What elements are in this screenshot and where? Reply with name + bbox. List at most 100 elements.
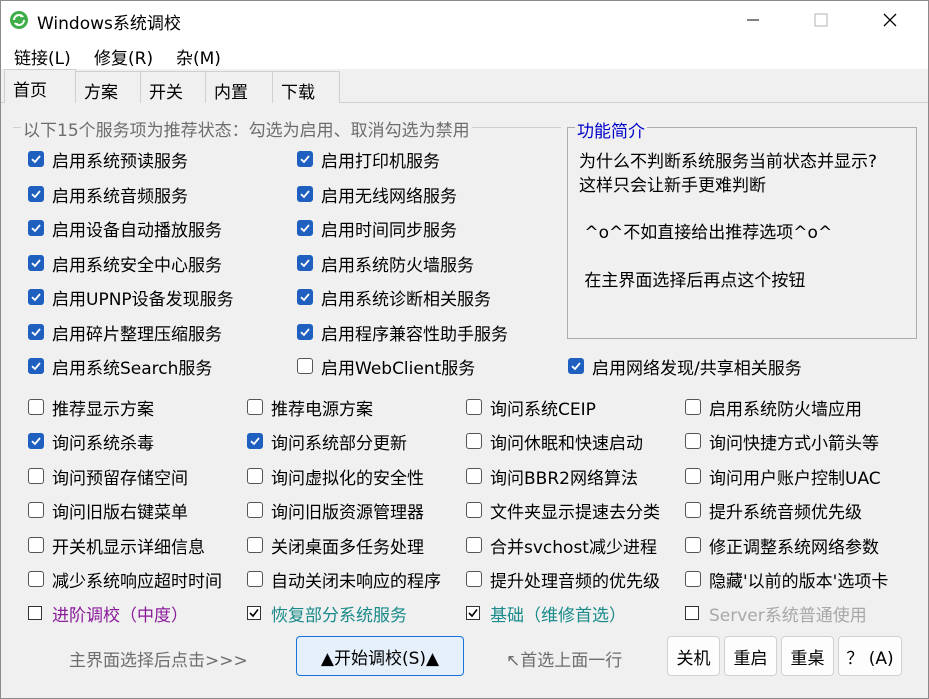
tab-download[interactable]: 下载 bbox=[272, 71, 340, 103]
checkbox-option[interactable]: 减少系统响应超时时间 bbox=[28, 567, 222, 592]
checkbox-checked-icon[interactable] bbox=[297, 289, 313, 305]
checkbox-checked-icon[interactable] bbox=[247, 606, 261, 620]
maximize-button[interactable] bbox=[798, 1, 844, 39]
checkbox-checked-icon[interactable] bbox=[568, 358, 584, 374]
menu-link[interactable]: 链接(L) bbox=[14, 44, 71, 69]
checkbox-unchecked-icon[interactable] bbox=[247, 571, 263, 587]
checkbox-unchecked-icon[interactable] bbox=[685, 468, 701, 484]
checkbox-checked-icon[interactable] bbox=[28, 151, 44, 167]
checkbox-checked-icon[interactable] bbox=[28, 289, 44, 305]
menu-repair[interactable]: 修复(R) bbox=[94, 44, 153, 69]
checkbox-option[interactable]: 启用系统预读服务 bbox=[28, 147, 188, 172]
minimize-button[interactable] bbox=[730, 1, 776, 39]
checkbox-checked-icon[interactable] bbox=[28, 358, 44, 374]
checkbox-option[interactable]: 恢复部分系统服务 bbox=[247, 601, 407, 626]
about-button[interactable]: ？ (A) bbox=[838, 636, 902, 676]
checkbox-checked-icon[interactable] bbox=[247, 433, 263, 449]
checkbox-checked-icon[interactable] bbox=[297, 186, 313, 202]
checkbox-unchecked-icon[interactable] bbox=[466, 399, 482, 415]
start-tuning-button[interactable]: ▲开始调校(S)▲ bbox=[296, 636, 464, 676]
checkbox-option[interactable]: 询问系统杀毒 bbox=[28, 429, 154, 454]
checkbox-unchecked-icon[interactable] bbox=[466, 537, 482, 553]
checkbox-option[interactable]: 询问用户账户控制UAC bbox=[685, 464, 881, 489]
checkbox-option[interactable]: 启用无线网络服务 bbox=[297, 182, 457, 207]
checkbox-unchecked-icon[interactable] bbox=[685, 606, 699, 620]
checkbox-option[interactable]: 开关机显示详细信息 bbox=[28, 533, 205, 558]
checkbox-option[interactable]: 隐藏'以前的版本'选项卡 bbox=[685, 567, 888, 592]
tab-scheme[interactable]: 方案 bbox=[75, 71, 141, 103]
checkbox-option[interactable]: 关闭桌面多任务处理 bbox=[247, 533, 424, 558]
checkbox-option[interactable]: 询问预留存储空间 bbox=[28, 464, 188, 489]
checkbox-checked-icon[interactable] bbox=[297, 151, 313, 167]
checkbox-option[interactable]: 启用系统防火墙应用 bbox=[685, 395, 862, 420]
checkbox-option[interactable]: 启用系统音频服务 bbox=[28, 182, 188, 207]
checkbox-checked-icon[interactable] bbox=[297, 255, 313, 271]
checkbox-unchecked-icon[interactable] bbox=[685, 571, 701, 587]
checkbox-option[interactable]: 启用设备自动播放服务 bbox=[28, 216, 222, 241]
checkbox-option[interactable]: 提升系统音频优先级 bbox=[685, 498, 862, 523]
checkbox-option[interactable]: 启用时间同步服务 bbox=[297, 216, 457, 241]
checkbox-option[interactable]: 启用碎片整理压缩服务 bbox=[28, 320, 222, 345]
shutdown-button[interactable]: 关机 bbox=[667, 636, 720, 676]
checkbox-option[interactable]: Server系统普通使用 bbox=[685, 601, 867, 626]
checkbox-unchecked-icon[interactable] bbox=[28, 537, 44, 553]
restart-button[interactable]: 重启 bbox=[724, 636, 777, 676]
close-button[interactable] bbox=[867, 1, 913, 39]
checkbox-option[interactable]: 推荐显示方案 bbox=[28, 395, 154, 420]
checkbox-unchecked-icon[interactable] bbox=[297, 358, 313, 374]
checkbox-option[interactable]: 修正调整系统网络参数 bbox=[685, 533, 879, 558]
checkbox-unchecked-icon[interactable] bbox=[466, 571, 482, 587]
checkbox-unchecked-icon[interactable] bbox=[28, 502, 44, 518]
checkbox-option[interactable]: 询问旧版资源管理器 bbox=[247, 498, 424, 523]
checkbox-checked-icon[interactable] bbox=[466, 606, 480, 620]
checkbox-option[interactable]: 文件夹显示提速去分类 bbox=[466, 498, 660, 523]
checkbox-unchecked-icon[interactable] bbox=[28, 399, 44, 415]
checkbox-option[interactable]: 询问旧版右键菜单 bbox=[28, 498, 188, 523]
checkbox-option[interactable]: 启用系统诊断相关服务 bbox=[297, 285, 491, 310]
checkbox-option[interactable]: 询问休眠和快速启动 bbox=[466, 429, 643, 454]
checkbox-option[interactable]: 合并svchost减少进程 bbox=[466, 533, 657, 558]
tab-builtin[interactable]: 内置 bbox=[205, 71, 273, 103]
checkbox-checked-icon[interactable] bbox=[297, 324, 313, 340]
checkbox-option[interactable]: 进阶调校（中度） bbox=[28, 601, 188, 626]
checkbox-checked-icon[interactable] bbox=[28, 255, 44, 271]
checkbox-option[interactable]: 启用程序兼容性助手服务 bbox=[297, 320, 508, 345]
checkbox-option[interactable]: 自动关闭未响应的程序 bbox=[247, 567, 441, 592]
checkbox-option[interactable]: 询问虚拟化的安全性 bbox=[247, 464, 424, 489]
checkbox-option[interactable]: 询问BBR2网络算法 bbox=[466, 464, 638, 489]
checkbox-option[interactable]: 基础（维修首选） bbox=[466, 601, 626, 626]
checkbox-checked-icon[interactable] bbox=[28, 220, 44, 236]
checkbox-unchecked-icon[interactable] bbox=[28, 571, 44, 587]
checkbox-unchecked-icon[interactable] bbox=[28, 606, 42, 620]
checkbox-option[interactable]: 启用WebClient服务 bbox=[297, 354, 475, 379]
checkbox-option[interactable]: 启用打印机服务 bbox=[297, 147, 440, 172]
checkbox-unchecked-icon[interactable] bbox=[247, 502, 263, 518]
tab-switch[interactable]: 开关 bbox=[140, 71, 206, 103]
checkbox-unchecked-icon[interactable] bbox=[247, 468, 263, 484]
checkbox-unchecked-icon[interactable] bbox=[685, 537, 701, 553]
checkbox-unchecked-icon[interactable] bbox=[247, 399, 263, 415]
checkbox-option[interactable]: 询问系统CEIP bbox=[466, 395, 596, 420]
checkbox-unchecked-icon[interactable] bbox=[28, 468, 44, 484]
checkbox-option[interactable]: 提升处理音频的优先级 bbox=[466, 567, 660, 592]
tab-home[interactable]: 首页 bbox=[4, 69, 76, 103]
checkbox-unchecked-icon[interactable] bbox=[466, 468, 482, 484]
checkbox-unchecked-icon[interactable] bbox=[247, 537, 263, 553]
checkbox-checked-icon[interactable] bbox=[28, 186, 44, 202]
reload-desktop-button[interactable]: 重桌 bbox=[781, 636, 834, 676]
checkbox-checked-icon[interactable] bbox=[297, 220, 313, 236]
checkbox-option[interactable]: 启用系统Search服务 bbox=[28, 354, 212, 379]
checkbox-option[interactable]: 启用系统安全中心服务 bbox=[28, 251, 222, 276]
checkbox-unchecked-icon[interactable] bbox=[685, 433, 701, 449]
checkbox-unchecked-icon[interactable] bbox=[466, 433, 482, 449]
checkbox-unchecked-icon[interactable] bbox=[466, 502, 482, 518]
menu-misc[interactable]: 杂(M) bbox=[176, 44, 221, 69]
checkbox-option[interactable]: 启用系统防火墙服务 bbox=[297, 251, 474, 276]
checkbox-option[interactable]: 询问系统部分更新 bbox=[247, 429, 407, 454]
checkbox-unchecked-icon[interactable] bbox=[685, 502, 701, 518]
checkbox-option[interactable]: 询问快捷方式小箭头等 bbox=[685, 429, 879, 454]
checkbox-option[interactable]: 启用UPNP设备发现服务 bbox=[28, 285, 234, 310]
checkbox-unchecked-icon[interactable] bbox=[685, 399, 701, 415]
checkbox-option[interactable]: 启用网络发现/共享相关服务 bbox=[568, 354, 802, 379]
checkbox-option[interactable]: 推荐电源方案 bbox=[247, 395, 373, 420]
